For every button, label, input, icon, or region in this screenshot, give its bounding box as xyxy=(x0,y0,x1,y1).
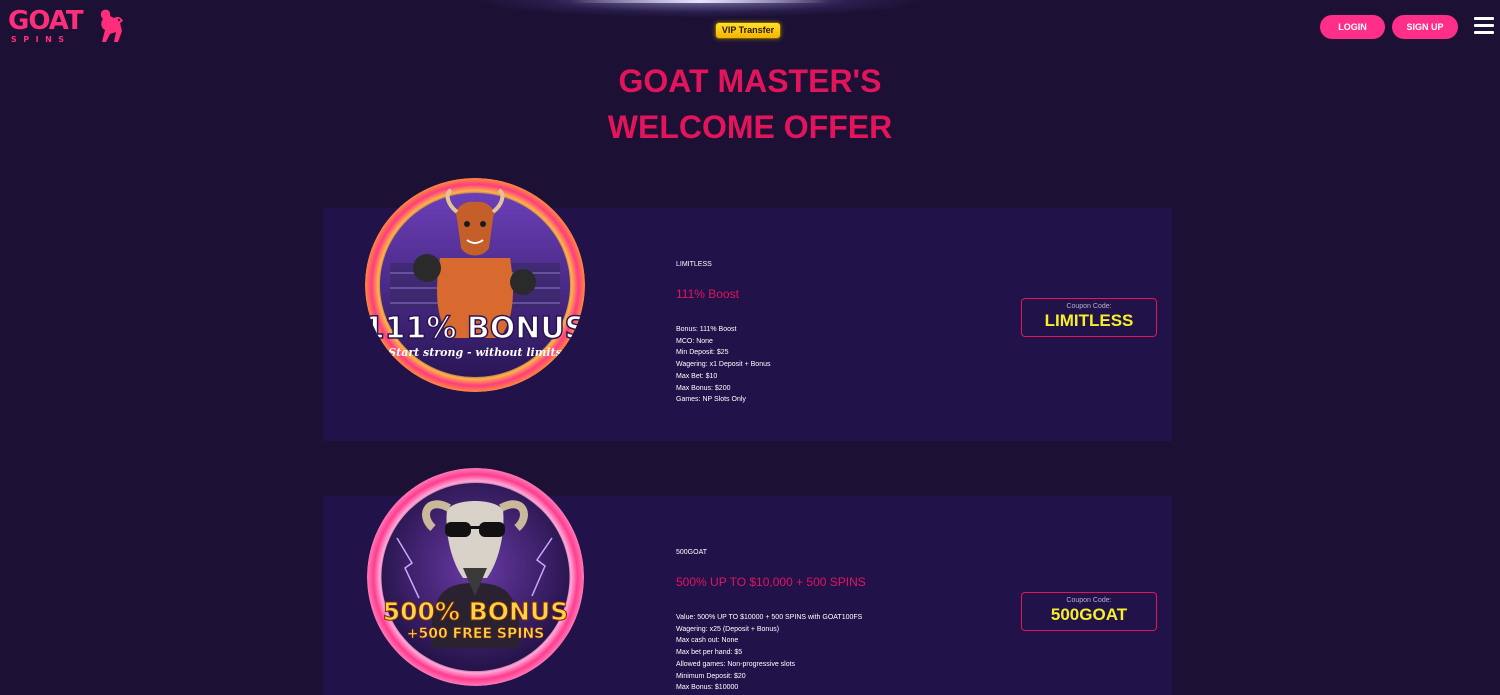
goat-fighter-illustration: 111% BONUS Start strong - without limits xyxy=(365,178,585,392)
promo-image-500goat: 500% BONUS +500 FREE SPINS xyxy=(367,468,584,686)
promo-code-label: 500GOAT xyxy=(676,549,707,556)
promo-detail: Wagering: x1 Deposit + Bonus xyxy=(676,361,771,369)
promo-detail: Allowed games: Non-progressive slots xyxy=(676,660,796,668)
promo-title: 500% UP TO $10,000 + 500 SPINS xyxy=(676,575,866,589)
promo-detail: Min Deposit: $25 xyxy=(676,349,729,357)
promo-title: 111% Boost xyxy=(676,287,739,301)
menu-line xyxy=(1474,31,1494,34)
coupon-code-box-limitless[interactable]: Coupon Code: LIMITLESS xyxy=(1021,298,1157,337)
promo-detail: Max bet per hand: $5 xyxy=(676,649,743,657)
promo-detail: Max Bonus: $200 xyxy=(676,384,731,392)
promo-code-label: LIMITLESS xyxy=(676,261,712,268)
page-title-line-1: GOAT MASTER'S xyxy=(618,63,882,99)
menu-line xyxy=(1474,24,1494,27)
menu-line xyxy=(1474,17,1494,20)
promo-detail: Games: NP Slots Only xyxy=(676,396,746,404)
promo-image-main-text: 111% BONUS xyxy=(365,311,585,346)
promo-detail: Wagering: x25 (Deposit + Bonus) xyxy=(676,625,780,633)
promo-image-main-text: 500% BONUS xyxy=(383,597,568,626)
goat-logo-icon xyxy=(100,9,123,43)
promo-detail: Bonus: 111% Boost xyxy=(676,326,737,333)
promo-image-sub-text: Start strong - without limits xyxy=(388,346,562,359)
promo-detail: Max cash out: None xyxy=(676,637,739,645)
promo-detail: Minimum Deposit: $20 xyxy=(676,672,746,680)
top-light-glow xyxy=(420,0,980,22)
promo-detail: MCO: None xyxy=(676,337,713,345)
page-title-line-2: WELCOME OFFER xyxy=(607,109,893,145)
page-title: GOAT MASTER'S WELCOME OFFER xyxy=(0,58,1500,150)
promo-image-limitless: 111% BONUS Start strong - without limits xyxy=(365,178,585,392)
promo-detail: Max Bonus: $10000 xyxy=(676,684,739,692)
header: GOAT SPINS VIP Transfer LOGIN SIGN UP xyxy=(0,0,1500,50)
coupon-label: Coupon Code: xyxy=(1066,303,1112,310)
signup-button[interactable]: SIGN UP xyxy=(1392,15,1458,39)
logo-wordmark: GOAT xyxy=(8,6,84,36)
coupon-code-box-500goat[interactable]: Coupon Code: 500GOAT xyxy=(1021,592,1157,631)
coupon-value: LIMITLESS xyxy=(1044,311,1134,330)
promo-details-list: Value: 500% UP TO $10000 + 500 SPINS wit… xyxy=(676,612,862,694)
goat-sunglasses-illustration: 500% BONUS +500 FREE SPINS xyxy=(367,468,584,686)
vip-transfer-badge[interactable]: VIP Transfer xyxy=(715,22,781,39)
promo-details-list: Bonus: 111% Boost MCO: None Min Deposit:… xyxy=(676,324,771,406)
promo-detail: Max Bet: $10 xyxy=(676,372,718,380)
coupon-label: Coupon Code: xyxy=(1066,597,1112,604)
login-button[interactable]: LOGIN xyxy=(1320,15,1385,39)
promo-detail: Value: 500% UP TO $10000 + 500 SPINS wit… xyxy=(676,614,863,621)
coupon-value: 500GOAT xyxy=(1050,605,1128,624)
hamburger-menu-icon[interactable] xyxy=(1474,17,1494,34)
logo-subtext: SPINS xyxy=(11,35,71,44)
promo-image-sub-text: +500 FREE SPINS xyxy=(407,626,545,642)
logo[interactable]: GOAT SPINS xyxy=(8,6,123,46)
